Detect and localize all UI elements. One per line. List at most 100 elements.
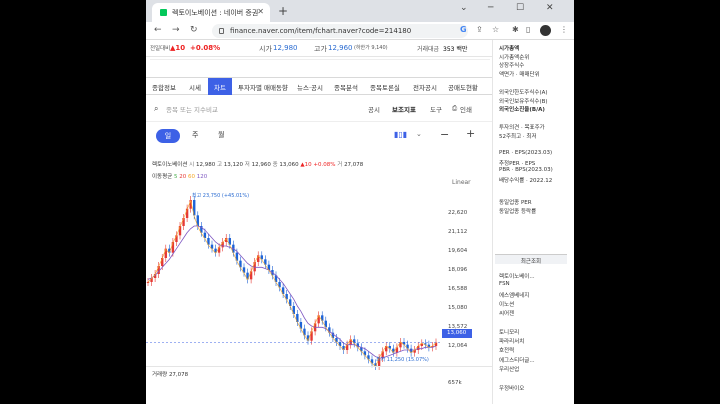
legend-high: 13,120	[223, 162, 244, 168]
minimize-icon[interactable]: ─	[488, 3, 493, 13]
period-month[interactable]: 월	[218, 130, 224, 140]
print-icon[interactable]: ⎙	[452, 104, 457, 113]
sub-tabs: 종합정보 시세 차트 투자자별 매매동향 뉴스·공시 종목분석 종목토론실 전자…	[146, 77, 492, 95]
recent-stock-item[interactable]: 에스엠베네지	[499, 291, 529, 299]
google-icon[interactable]: G	[460, 25, 467, 34]
search-icon[interactable]: ⌕	[154, 104, 158, 114]
legend-open: 12,980	[195, 162, 216, 168]
url-text: finance.naver.com/item/fchart.naver?code…	[230, 27, 412, 35]
tools-button[interactable]: 도구	[430, 104, 442, 114]
zoom-out-icon[interactable]: −	[440, 128, 449, 141]
close-window-icon[interactable]: ✕	[546, 3, 554, 13]
high-annotation: 최고 23,750 (+45.01%)	[192, 193, 250, 199]
legend-low-label: 저	[244, 162, 250, 168]
recent-stock-item[interactable]: 우정바이오	[499, 384, 524, 392]
high-label: 고가	[314, 45, 327, 53]
volume-value: 27,078	[168, 372, 189, 378]
tab-news[interactable]: 뉴스·공시	[297, 82, 323, 92]
legend-low: 12,960	[251, 162, 271, 168]
legend-pct: +0.08%	[313, 162, 336, 168]
ma120-label: 120	[196, 174, 208, 180]
tab-search-icon[interactable]: ⌄	[460, 3, 468, 13]
recent-stock-item[interactable]: 호전력	[499, 346, 514, 354]
browser-window: 렉토이노베이션 : 네이버 증권 ✕ + ⌄ ─ ☐ ✕ ← → ↻ finan…	[146, 0, 574, 404]
close-tab-icon[interactable]: ✕	[257, 7, 264, 16]
volume-axis-label: 657k	[448, 380, 462, 386]
info-line: 액면가 · 매매단위	[499, 71, 540, 78]
address-bar-row: ← → ↻ finance.naver.com/item/fchart.nave…	[146, 22, 574, 40]
info-line: 외국인보유주식수(B)	[499, 98, 548, 105]
recent-stock-item[interactable]: 우리산업	[499, 365, 519, 373]
legend-change: ▲10	[300, 162, 312, 168]
legend-open-label: 시	[189, 162, 195, 168]
menu-icon[interactable]: ⋮	[560, 25, 568, 34]
y-tick-label: 15,080	[448, 305, 468, 311]
browser-tab[interactable]: 렉토이노베이션 : 네이버 증권 ✕	[152, 3, 270, 22]
period-day[interactable]: 일	[156, 129, 180, 143]
tab-quote[interactable]: 시세	[189, 82, 201, 92]
legend-high-label: 고	[216, 162, 223, 168]
open-value: 12,980	[273, 44, 298, 52]
scale-selector[interactable]: Linear	[452, 179, 471, 186]
maximize-icon[interactable]: ☐	[516, 3, 524, 13]
info-line: 투자의견 · 목표주가	[499, 125, 545, 131]
recent-stock-item[interactable]: 파라리서치	[499, 337, 524, 345]
tab-short[interactable]: 공매도현황	[448, 82, 478, 92]
ma5-label: 5	[174, 174, 178, 180]
disclosure-button[interactable]: 공시	[368, 104, 380, 114]
tab-overview[interactable]: 종합정보	[152, 82, 176, 92]
low-annotation: 최저 11,250 (15.07%)	[376, 357, 429, 363]
chart-toolbar: ⌕ 종목 또는 지수비교 공시 보조지표 도구 ⎙ 인쇄	[146, 102, 492, 116]
new-tab-icon[interactable]: +	[278, 4, 288, 18]
tab-analysis[interactable]: 종목분석	[334, 82, 358, 92]
url-field[interactable]: finance.naver.com/item/fchart.naver?code…	[212, 24, 468, 38]
candle	[171, 242, 175, 253]
right-info-panel: 시가총액 시가총액순위 상장주식수 액면가 · 매매단위 외국인한도주식수(A) 외국인보…	[492, 40, 574, 404]
recent-stock-item[interactable]: 이노션	[499, 300, 514, 308]
legend-close: 13,060	[279, 162, 299, 168]
tab-disclosure[interactable]: 전자공시	[413, 82, 437, 92]
info-line: 상장주식수	[499, 63, 525, 69]
price-summary-bar: 전일대비 ▲10 +0.08% 시가 12,980 고가 12,960 (하한가…	[146, 40, 492, 57]
recent-stock-item[interactable]: 에그스티더글...	[499, 356, 535, 364]
info-line: 외국인한도주식수(A)	[499, 90, 548, 96]
recent-stock-item[interactable]: 토니모리	[499, 328, 519, 336]
y-tick-label: 22,620	[448, 210, 468, 216]
recent-stock-item[interactable]: 씨어젠	[499, 309, 514, 317]
share-icon[interactable]: ⇪	[476, 25, 483, 34]
volume-label: 거래량	[152, 372, 168, 378]
tab-investor[interactable]: 투자자별 매매동향	[238, 82, 288, 92]
profile-avatar[interactable]	[540, 25, 551, 36]
indicator-button[interactable]: 보조지표	[392, 104, 416, 114]
info-line: 동일업종 PER	[499, 200, 532, 206]
price-chart[interactable]	[146, 190, 446, 370]
open-label: 시가	[259, 45, 272, 53]
chevron-down-icon[interactable]: ⌄	[416, 130, 422, 138]
extensions-icon[interactable]: ✱	[512, 25, 519, 34]
info-line: 52주최고 · 최저	[499, 133, 537, 140]
candle	[249, 271, 253, 280]
candle	[310, 331, 313, 341]
volume-legend: 거래량 27,078	[152, 370, 188, 378]
back-icon[interactable]: ←	[154, 25, 162, 35]
legend-name: 렉토이노베이션	[152, 162, 188, 168]
period-week[interactable]: 주	[192, 130, 198, 140]
compare-search-input[interactable]: 종목 또는 지수비교	[166, 104, 218, 114]
prev-change: ▲10	[170, 44, 186, 52]
recent-stock-item[interactable]: FSN	[499, 281, 510, 287]
bookmark-star-icon[interactable]: ☆	[492, 25, 499, 34]
tab-discussion[interactable]: 종목토론실	[370, 82, 400, 92]
recent-view-header[interactable]: 최근조회	[495, 254, 567, 265]
zoom-in-icon[interactable]: +	[466, 127, 475, 140]
y-tick-label: 21,112	[448, 229, 468, 235]
tab-chart[interactable]: 차트	[208, 78, 232, 95]
print-button[interactable]: 인쇄	[460, 104, 472, 114]
candle-type-icon[interactable]: ▮▯▮	[394, 130, 407, 139]
sidepanel-icon[interactable]: ▯	[526, 25, 530, 34]
recent-stock-item[interactable]: 렉토이노베이...	[499, 272, 535, 280]
y-tick-label: 18,096	[448, 267, 468, 273]
forward-icon[interactable]: →	[172, 25, 180, 35]
ma60-label: 60	[188, 174, 195, 180]
reload-icon[interactable]: ↻	[190, 25, 198, 35]
info-line: PBR · BPS(2023.03)	[499, 167, 553, 173]
